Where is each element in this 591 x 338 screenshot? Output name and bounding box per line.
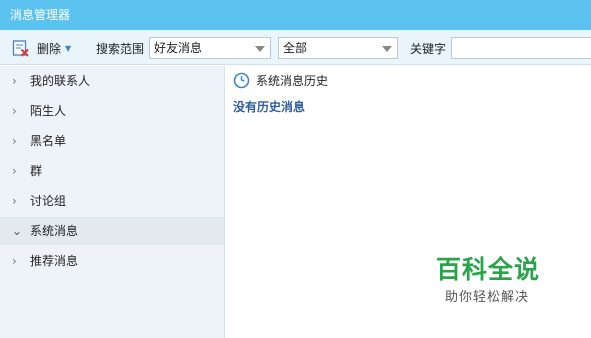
window-title: 消息管理器: [0, 0, 591, 30]
sidebar-item-contacts[interactable]: › 我的联系人: [0, 67, 224, 95]
delete-doc-icon: [12, 40, 29, 57]
delete-label: 删除: [37, 41, 62, 56]
empty-history-text: 没有历史消息: [233, 100, 306, 114]
watermark-title: 百科全说: [436, 255, 541, 284]
chevron-right-icon: ›: [12, 104, 17, 118]
sidebar-item-label: 系统消息: [30, 224, 79, 238]
history-title: 系统消息历史: [256, 73, 329, 88]
sidebar-item-label: 我的联系人: [30, 74, 91, 88]
delete-button[interactable]: 删除 ▼: [12, 38, 71, 58]
sidebar-item-recommended[interactable]: › 推荐消息: [0, 247, 224, 275]
filter-select[interactable]: 全部: [278, 37, 398, 59]
sidebar-item-blacklist[interactable]: › 黑名单: [0, 127, 224, 155]
sidebar-item-label: 陌生人: [30, 104, 67, 118]
chevron-right-icon: ›: [12, 134, 17, 148]
scope-select-value: 好友消息: [154, 41, 203, 55]
filter-select-value: 全部: [283, 41, 308, 55]
toolbar: 删除 ▼ 搜索范围 好友消息 全部 关键字: [0, 30, 591, 65]
scope-select[interactable]: 好友消息: [149, 37, 271, 59]
history-header: 系统消息历史: [233, 70, 328, 90]
sidebar-item-label: 群: [30, 164, 43, 178]
watermark: 百科全说 助你轻松解决: [436, 255, 540, 305]
chevron-right-icon: ›: [12, 74, 17, 88]
chevron-right-icon: ›: [12, 254, 17, 268]
sidebar-item-strangers[interactable]: › 陌生人: [0, 97, 224, 125]
chevron-right-icon: ›: [12, 194, 17, 208]
sidebar-item-label: 讨论组: [30, 194, 67, 208]
sidebar-item-label: 推荐消息: [30, 254, 79, 268]
clock-icon: [233, 72, 250, 88]
sidebar-item-discussions[interactable]: › 讨论组: [0, 187, 224, 215]
dropdown-arrow-icon: [382, 46, 392, 52]
sidebar-item-groups[interactable]: › 群: [0, 157, 224, 185]
keyword-input[interactable]: [451, 37, 591, 59]
watermark-subtitle: 助你轻松解决: [445, 290, 530, 305]
sidebar-item-system-messages[interactable]: ⌄ 系统消息: [0, 217, 224, 245]
keyword-label: 关键字: [410, 42, 447, 56]
caret-down-icon: ▼: [65, 43, 72, 53]
chevron-down-icon: ⌄: [12, 224, 23, 238]
chevron-right-icon: ›: [12, 164, 17, 178]
sidebar-item-label: 黑名单: [30, 134, 67, 148]
dropdown-arrow-icon: [255, 46, 265, 52]
sidebar: › 我的联系人 › 陌生人 › 黑名单 › 群 › 讨论组 ⌄ 系统消息 › 推…: [0, 66, 225, 338]
search-scope-label: 搜索范围: [96, 42, 145, 56]
